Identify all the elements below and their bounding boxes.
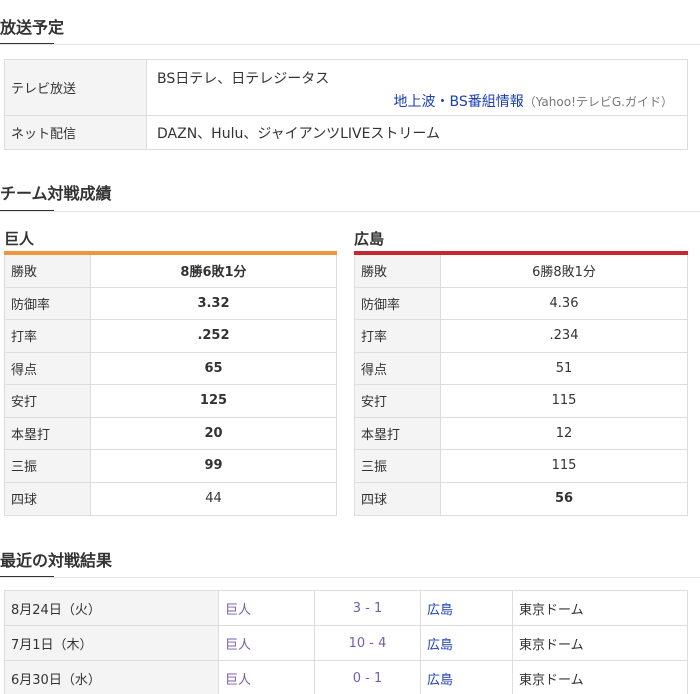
stat-row: 四球 44 <box>5 482 336 515</box>
stat-value: .252 <box>197 328 230 344</box>
result-away-team-link[interactable]: 広島 <box>421 626 513 660</box>
result-row: 6月30日（水） 巨人 0 - 1 広島 東京ドーム <box>5 661 687 694</box>
stat-label: 勝敗 <box>5 255 91 287</box>
stat-label: 三振 <box>355 450 441 482</box>
stat-label: 打率 <box>355 320 441 352</box>
result-stadium: 東京ドーム <box>519 637 584 653</box>
stat-value: 115 <box>551 458 577 474</box>
tv-value: BS日テレ、日テレジータス <box>157 71 330 87</box>
stat-value: 6勝8敗1分 <box>532 265 596 281</box>
result-stadium: 東京ドーム <box>519 602 584 618</box>
team-name-carp: 広島 <box>354 230 385 248</box>
stat-value: 56 <box>554 491 574 507</box>
stat-label: 四球 <box>5 482 91 515</box>
divider <box>0 44 700 45</box>
stat-value: 8勝6敗1分 <box>180 265 247 281</box>
stat-row: 勝敗 8勝6敗1分 <box>5 255 336 288</box>
stat-row: 打率 .234 <box>355 320 687 353</box>
stat-row: 得点 65 <box>5 352 336 385</box>
stat-label: 本塁打 <box>355 417 441 449</box>
stat-row: 勝敗 6勝8敗1分 <box>355 255 687 288</box>
stat-value: 44 <box>205 491 222 507</box>
stat-value: 99 <box>204 458 223 474</box>
result-home-team-link[interactable]: 巨人 <box>219 661 315 694</box>
result-row: 8月24日（火） 巨人 3 - 1 広島 東京ドーム <box>5 591 687 626</box>
stat-value: .234 <box>549 328 579 344</box>
tv-cell: BS日テレ、日テレジータス 地上波・BS番組情報（Yahoo!テレビG.ガイド） <box>147 60 687 115</box>
stats-table-carp: 勝敗 6勝8敗1分防御率 4.36 打率 .234 得点 51 安打 115 本塁打 12 三振 115… <box>354 255 688 516</box>
stat-row: 得点 51 <box>355 352 687 385</box>
stat-label: 本塁打 <box>5 417 91 449</box>
stat-row: 防御率 3.32 <box>5 287 336 320</box>
broadcast-table: テレビ放送 BS日テレ、日テレジータス 地上波・BS番組情報（Yahoo!テレビ… <box>4 59 688 150</box>
result-home-team-link[interactable]: 巨人 <box>219 626 315 660</box>
result-away-team-link[interactable]: 広島 <box>421 591 513 625</box>
team-name-giants: 巨人 <box>4 230 35 248</box>
stat-row: 打率 .252 <box>5 320 336 353</box>
result-score-link[interactable]: 0 - 1 <box>315 661 421 694</box>
stat-row: 安打 125 <box>5 385 336 418</box>
stat-label: 四球 <box>355 482 441 515</box>
result-date: 6月30日（水） <box>5 661 219 694</box>
tv-guide-link[interactable]: 地上波・BS番組情報 <box>394 94 524 110</box>
stat-value: 51 <box>555 360 573 376</box>
result-date: 7月1日（木） <box>5 626 219 660</box>
stat-label: 打率 <box>5 320 91 352</box>
stat-label: 防御率 <box>355 287 441 319</box>
stat-label: 三振 <box>5 450 91 482</box>
net-row: ネット配信 DAZN、Hulu、ジャイアンツLIVEストリーム <box>5 116 687 149</box>
broadcast-title: 放送予定 <box>0 18 65 37</box>
stats-table-giants: 勝敗 8勝6敗1分防御率 3.32 打率 .252 得点 65 安打 125 本塁打 20 三振 99 四… <box>4 255 337 516</box>
tv-row: テレビ放送 BS日テレ、日テレジータス 地上波・BS番組情報（Yahoo!テレビ… <box>5 60 687 116</box>
result-row: 7月1日（木） 巨人 10 - 4 広島 東京ドーム <box>5 626 687 661</box>
stat-row: 四球 56 <box>355 482 687 515</box>
tv-label: テレビ放送 <box>5 60 147 115</box>
stat-label: 得点 <box>5 352 91 384</box>
stat-label: 安打 <box>355 385 441 417</box>
result-stadium: 東京ドーム <box>519 672 584 688</box>
result-away-team-link[interactable]: 広島 <box>421 661 513 694</box>
divider <box>0 577 700 578</box>
result-home-team-link[interactable]: 巨人 <box>219 591 315 625</box>
stat-row: 本塁打 12 <box>355 417 687 450</box>
stat-row: 三振 99 <box>5 450 336 483</box>
stat-value: 20 <box>204 425 223 441</box>
result-score-link[interactable]: 10 - 4 <box>315 626 421 660</box>
stat-label: 勝敗 <box>355 255 441 287</box>
stat-label: 安打 <box>5 385 91 417</box>
result-date: 8月24日（火） <box>5 591 219 625</box>
stat-value: 4.36 <box>549 295 579 311</box>
stat-value: 115 <box>551 393 577 409</box>
stat-row: 安打 115 <box>355 385 687 418</box>
stat-row: 三振 115 <box>355 450 687 483</box>
stat-row: 防御率 4.36 <box>355 287 687 320</box>
stat-label: 得点 <box>355 352 441 384</box>
stat-label: 防御率 <box>5 287 91 319</box>
tv-guide-note: （Yahoo!テレビG.ガイド） <box>523 95 673 109</box>
results-table: 8月24日（火） 巨人 3 - 1 広島 東京ドーム 7月1日（木） 巨人 10 - 4 広島東… <box>4 590 688 694</box>
stat-row: 本塁打 20 <box>5 417 336 450</box>
tv-guide: 地上波・BS番組情報（Yahoo!テレビG.ガイド） <box>394 91 674 111</box>
divider <box>0 211 700 212</box>
stat-value: 125 <box>199 393 228 409</box>
net-value: DAZN、Hulu、ジャイアンツLIVEストリーム <box>157 125 441 142</box>
stat-value: 65 <box>204 360 223 376</box>
net-label: ネット配信 <box>5 116 147 149</box>
results-title: 最近の対戦結果 <box>0 551 113 570</box>
stat-value: 12 <box>555 425 573 441</box>
matchup-title: チーム対戦成績 <box>0 184 112 203</box>
result-score-link[interactable]: 3 - 1 <box>315 591 421 625</box>
stat-value: 3.32 <box>197 295 230 311</box>
